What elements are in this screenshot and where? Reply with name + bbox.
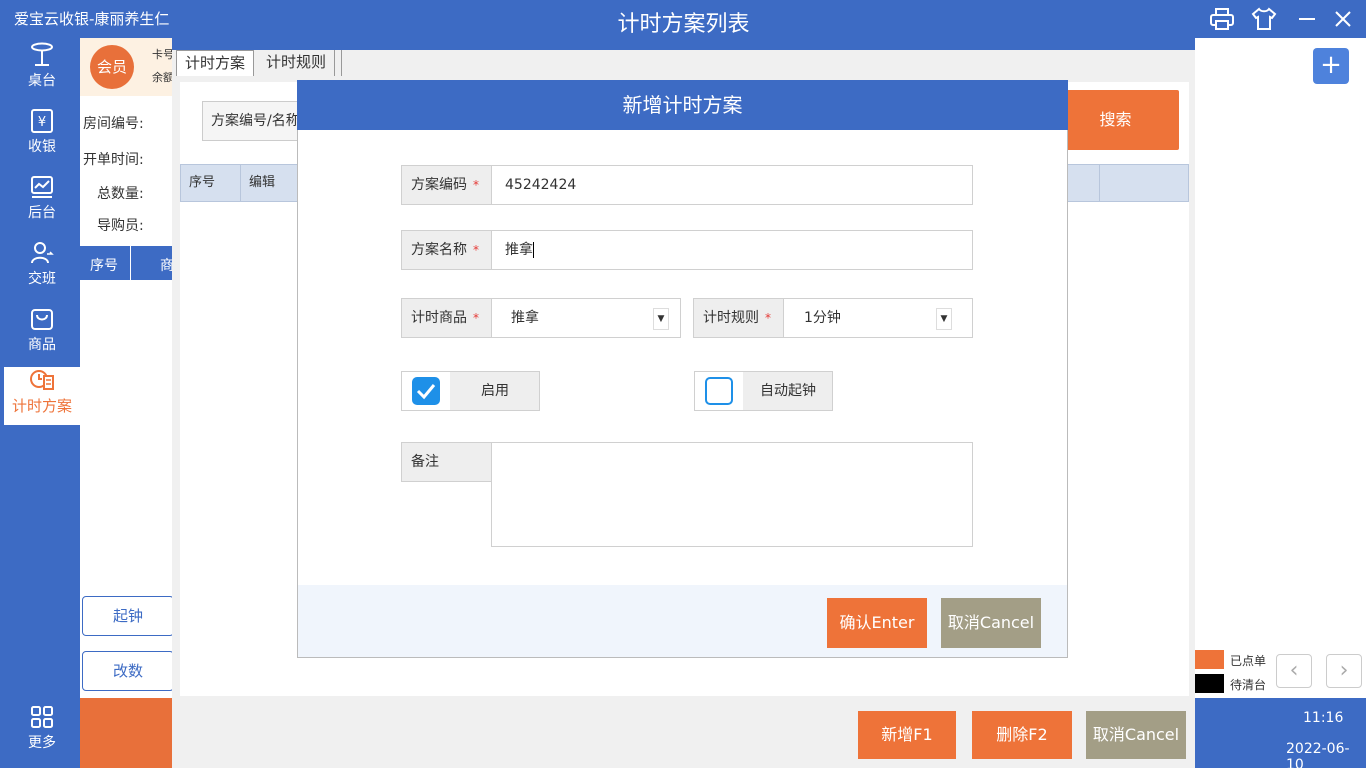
col-edit: 编辑 (241, 165, 301, 201)
order-table-header: 序号 商 (80, 246, 174, 280)
remark-textarea[interactable] (491, 442, 973, 547)
cashier-icon: ¥ (31, 109, 53, 133)
prev-page-button[interactable]: ‹ (1276, 654, 1312, 688)
change-qty-button[interactable]: 改数 (82, 651, 174, 691)
list-tabs: 计时方案 计时规则 (172, 50, 1195, 76)
start-clock-button[interactable]: 起钟 (82, 596, 174, 636)
shift-icon (31, 242, 54, 264)
minimize-icon[interactable] (1295, 7, 1319, 31)
goods-icon (31, 309, 53, 330)
required-mark: * (473, 243, 479, 257)
legend-swatch-to-clean (1195, 674, 1224, 693)
clock-date: 2022-06-10 (1286, 741, 1350, 768)
room-label: 房间编号: (83, 116, 144, 132)
nav-item-more[interactable]: 更多 (4, 704, 80, 762)
grid-icon (31, 706, 53, 728)
search-button[interactable]: 搜索 (1052, 90, 1179, 150)
balance-label: 余额 (152, 71, 174, 84)
chevron-right-icon: › (1339, 658, 1349, 683)
nav-item-timer-plan[interactable]: 计时方案 (4, 367, 80, 425)
checkbox-empty-icon[interactable] (705, 377, 733, 405)
nav-label: 桌台 (28, 73, 56, 89)
text-cursor (533, 242, 534, 258)
plan-name-input[interactable]: 推拿 (491, 230, 973, 270)
modal-title: 新增计时方案 (297, 80, 1068, 130)
list-cancel-button[interactable]: 取消Cancel (1086, 711, 1186, 759)
nav-item-cashier[interactable]: ¥ 收银 (4, 108, 80, 166)
card-label: 卡号 (152, 48, 174, 61)
app-title: 爱宝云收银-康丽养生仁 (0, 0, 172, 38)
nav-label: 更多 (28, 735, 56, 751)
nav-label: 交班 (28, 271, 56, 287)
nav-label: 收银 (28, 139, 56, 155)
auto-start-checkbox[interactable]: 自动起钟 (694, 371, 833, 411)
timer-rule-label: 计时规则 * (693, 298, 784, 338)
total-qty-label: 总数量: (97, 186, 144, 202)
clock-bar: 11:16 2022-06-10 (1195, 698, 1366, 768)
confirm-button[interactable]: 确认Enter (827, 598, 927, 648)
col-index: 序号 (90, 258, 118, 274)
checkout-bar (80, 698, 172, 768)
legend-label-ordered: 已点单 (1230, 654, 1267, 668)
plan-code-input[interactable]: 45242424 (491, 165, 973, 205)
nav-item-shift[interactable]: 交班 (4, 240, 80, 298)
chevron-left-icon: ‹ (1289, 658, 1299, 683)
timer-plan-icon (30, 370, 54, 390)
list-dialog-title: 计时方案列表 (172, 0, 1195, 50)
member-avatar[interactable]: 会员 (90, 45, 134, 89)
nav-label: 后台 (28, 205, 56, 221)
delete-button[interactable]: 删除F2 (972, 711, 1072, 759)
enable-label: 启用 (481, 383, 509, 399)
legend-label-to-clean: 待清台 (1230, 678, 1267, 692)
guide-label: 导购员: (97, 218, 144, 234)
nav-item-table[interactable]: 桌台 (4, 42, 80, 100)
plan-code-label: 方案编码 * (401, 165, 492, 205)
tab-timer-rule[interactable]: 计时规则 (258, 50, 336, 76)
add-button[interactable]: 新增F1 (858, 711, 956, 759)
dropdown-arrow-icon[interactable]: ▼ (936, 308, 952, 330)
nav-item-backend[interactable]: 后台 (4, 174, 80, 232)
plus-icon: + (1320, 50, 1342, 80)
skin-icon[interactable] (1251, 7, 1277, 31)
check-icon[interactable] (412, 377, 440, 405)
legend-swatch-ordered (1195, 650, 1224, 669)
col-index: 序号 (181, 165, 241, 201)
nav-label: 计时方案 (11, 397, 72, 415)
next-page-button[interactable]: › (1326, 654, 1362, 688)
backend-icon (31, 176, 53, 198)
close-icon[interactable] (1331, 7, 1355, 31)
required-mark: * (473, 311, 479, 325)
enable-checkbox[interactable]: 启用 (401, 371, 540, 411)
svg-text:¥: ¥ (38, 115, 46, 130)
modal-cancel-button[interactable]: 取消Cancel (941, 598, 1041, 648)
table-panel (1195, 38, 1366, 698)
printer-icon[interactable] (1209, 7, 1235, 31)
required-mark: * (473, 178, 479, 192)
timer-rule-select[interactable]: 1分钟 ▼ (783, 298, 973, 338)
clock-time: 11:16 (1303, 710, 1344, 726)
nav-label: 商品 (28, 337, 56, 353)
tab-timer-plan[interactable]: 计时方案 (176, 50, 255, 76)
timer-goods-label: 计时商品 * (401, 298, 492, 338)
left-nav: 桌台 ¥ 收银 后台 交班 商品 计时方案 更多 (0, 38, 80, 768)
nav-item-goods[interactable]: 商品 (4, 306, 80, 364)
plan-name-label: 方案名称 * (401, 230, 492, 270)
open-time-label: 开单时间: (83, 152, 144, 168)
window-controls (1195, 0, 1366, 38)
add-table-button[interactable]: + (1313, 48, 1349, 84)
timer-goods-select[interactable]: 推拿 ▼ (491, 298, 681, 338)
remark-label: 备注 (401, 442, 492, 482)
required-mark: * (765, 311, 771, 325)
dropdown-arrow-icon[interactable]: ▼ (653, 308, 669, 330)
table-icon (31, 42, 53, 66)
auto-start-label: 自动起钟 (760, 383, 816, 399)
